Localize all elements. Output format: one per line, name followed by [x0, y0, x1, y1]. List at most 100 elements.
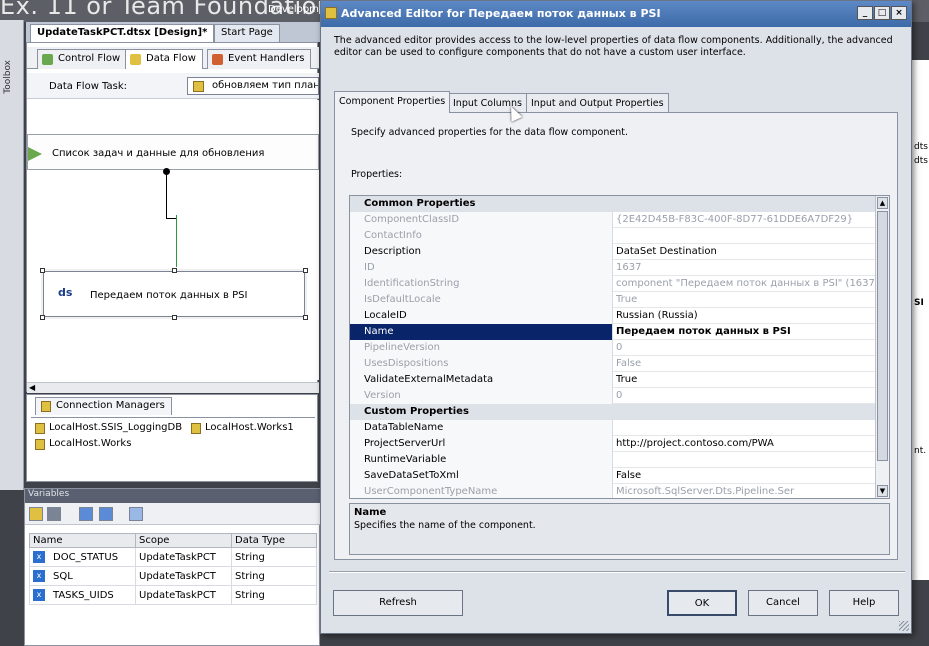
- destination-component[interactable]: ds Передаем поток данных в PSI: [40, 268, 308, 320]
- category-custom-properties[interactable]: − Custom Properties: [350, 404, 876, 420]
- property-row[interactable]: UsesDispositions False: [350, 356, 876, 372]
- property-value[interactable]: True: [613, 372, 876, 388]
- dialog-title-bar[interactable]: Advanced Editor for Передаем поток данны…: [321, 1, 911, 27]
- right-edge-text: dts: [914, 156, 928, 166]
- table-row[interactable]: x TASKS_UIDS UpdateTaskPCT String: [29, 585, 317, 605]
- event-handlers-icon: [212, 54, 223, 65]
- variable-name-cell[interactable]: x TASKS_UIDS: [29, 585, 136, 605]
- property-row[interactable]: LocaleID Russian (Russia): [350, 308, 876, 324]
- table-row[interactable]: x SQL UpdateTaskPCT String: [29, 566, 317, 586]
- property-row[interactable]: DataTableName: [350, 420, 876, 436]
- variable-name: TASKS_UIDS: [53, 590, 114, 601]
- source-component[interactable]: Список задач и данные для обновления: [27, 134, 319, 170]
- tab-control-flow[interactable]: Control Flow: [37, 49, 128, 69]
- connection-item[interactable]: LocalHost.SSIS_LoggingDB: [33, 422, 182, 434]
- resize-handle[interactable]: [303, 268, 308, 273]
- property-row-selected[interactable]: Name Передаем поток данных в PSI: [350, 324, 876, 340]
- property-row[interactable]: ID 1637: [350, 260, 876, 276]
- property-value[interactable]: [613, 228, 876, 244]
- connection-item[interactable]: LocalHost.Works: [33, 438, 131, 450]
- property-grid-scrollbar[interactable]: ▲ ▼: [875, 196, 889, 498]
- scroll-up-icon[interactable]: ▲: [877, 197, 888, 209]
- property-row[interactable]: IdentificationString component "Передаем…: [350, 276, 876, 292]
- refresh-button[interactable]: Refresh: [333, 590, 463, 616]
- property-value[interactable]: http://project.contoso.com/PWA: [613, 436, 876, 452]
- doc-tab-design[interactable]: UpdateTaskPCT.dtsx [Design]*: [30, 24, 215, 42]
- tab-connection-managers[interactable]: Connection Managers: [35, 397, 172, 415]
- connection-item-label: LocalHost.Works1: [205, 422, 294, 433]
- variable-name: SQL: [53, 571, 73, 582]
- table-row[interactable]: x DOC_STATUS UpdateTaskPCT String: [29, 547, 317, 567]
- variable-name-cell[interactable]: x SQL: [29, 566, 136, 586]
- connection-item[interactable]: LocalHost.Works1: [189, 422, 294, 434]
- property-value: Microsoft.SqlServer.Dts.Pipeline.Ser: [616, 486, 795, 497]
- resize-handle[interactable]: [172, 315, 177, 320]
- property-row[interactable]: ValidateExternalMetadata True: [350, 372, 876, 388]
- category-common-properties[interactable]: − Common Properties: [350, 196, 876, 212]
- dialog-title: Advanced Editor for Передаем поток данны…: [341, 7, 661, 20]
- cancel-button[interactable]: Cancel: [748, 590, 818, 616]
- data-flow-canvas[interactable]: Список задач и данные для обновления ds …: [27, 100, 319, 380]
- column-header-scope[interactable]: Scope: [135, 533, 232, 548]
- property-value[interactable]: Russian (Russia): [613, 308, 876, 324]
- resize-grip-icon[interactable]: [899, 621, 909, 631]
- property-value: 1637: [616, 262, 642, 273]
- show-system-variables-icon[interactable]: [79, 507, 93, 521]
- delete-variable-icon[interactable]: [47, 507, 61, 521]
- resize-handle[interactable]: [172, 268, 177, 273]
- resize-handle[interactable]: [40, 315, 45, 320]
- choose-columns-icon[interactable]: [129, 507, 143, 521]
- property-name: IdentificationString: [350, 276, 613, 292]
- property-name: IsDefaultLocale: [350, 292, 613, 308]
- property-name: ID: [350, 260, 613, 276]
- editor-tabs: Component Properties Input Columns Input…: [334, 91, 894, 113]
- property-row[interactable]: ContactInfo: [350, 228, 876, 244]
- column-header-name[interactable]: Name: [29, 533, 136, 548]
- add-variable-icon[interactable]: [29, 507, 43, 521]
- variable-name-cell[interactable]: x DOC_STATUS: [29, 547, 136, 567]
- resize-handle[interactable]: [40, 268, 45, 273]
- property-value[interactable]: False: [613, 468, 876, 484]
- close-button[interactable]: ×: [891, 6, 907, 20]
- toolbox-label[interactable]: Toolbox: [3, 60, 13, 94]
- resize-handle[interactable]: [303, 315, 308, 320]
- ok-button[interactable]: OK: [667, 590, 737, 616]
- column-header-data-type[interactable]: Data Type: [231, 533, 317, 548]
- property-row[interactable]: Description DataSet Destination: [350, 244, 876, 260]
- maximize-button[interactable]: □: [874, 6, 890, 20]
- data-path-green[interactable]: [176, 215, 177, 267]
- property-value[interactable]: [613, 420, 876, 436]
- button-separator: [329, 571, 905, 573]
- minimize-button[interactable]: _: [857, 6, 873, 20]
- help-button[interactable]: Help: [829, 590, 899, 616]
- property-value[interactable]: Передаем поток данных в PSI: [613, 324, 876, 340]
- property-row[interactable]: PipelineVersion 0: [350, 340, 876, 356]
- data-flow-task-combo[interactable]: обновляем тип плани: [187, 77, 319, 95]
- variable-icon: x: [33, 551, 45, 563]
- property-value[interactable]: DataSet Destination: [613, 244, 876, 260]
- property-value: 0: [616, 390, 623, 401]
- doc-tab-start-page[interactable]: Start Page: [214, 24, 280, 42]
- tab-event-handlers[interactable]: Event Handlers: [207, 49, 312, 69]
- designer-tabs: Control Flow Data Flow Event Handlers: [27, 47, 319, 69]
- variable-type: String: [231, 566, 317, 586]
- show-all-variables-icon[interactable]: [99, 507, 113, 521]
- tab-component-properties[interactable]: Component Properties: [334, 91, 451, 113]
- tab-data-flow[interactable]: Data Flow: [125, 49, 203, 69]
- toolbox-strip[interactable]: Toolbox: [0, 20, 24, 490]
- property-row[interactable]: ProjectServerUrl http://project.contoso.…: [350, 436, 876, 452]
- component-properties-page: Specify advanced properties for the data…: [334, 112, 898, 560]
- property-row[interactable]: Version 0: [350, 388, 876, 404]
- scroll-left-icon[interactable]: ◀: [29, 383, 35, 392]
- property-row[interactable]: IsDefaultLocale True: [350, 292, 876, 308]
- scroll-thumb[interactable]: [877, 211, 888, 461]
- property-row[interactable]: RuntimeVariable: [350, 452, 876, 468]
- property-row[interactable]: ComponentClassID {2E42D45B-F83C-400F-8D7…: [350, 212, 876, 228]
- scroll-down-icon[interactable]: ▼: [877, 485, 888, 497]
- tab-input-output-properties[interactable]: Input and Output Properties: [526, 93, 669, 113]
- property-value[interactable]: [613, 452, 876, 468]
- canvas-horizontal-scrollbar[interactable]: ◀: [27, 382, 319, 393]
- property-grid[interactable]: − Common Properties ComponentClassID {2E…: [349, 195, 890, 499]
- property-row[interactable]: UserComponentTypeName Microsoft.SqlServe…: [350, 484, 876, 498]
- property-row[interactable]: SaveDataSetToXml False: [350, 468, 876, 484]
